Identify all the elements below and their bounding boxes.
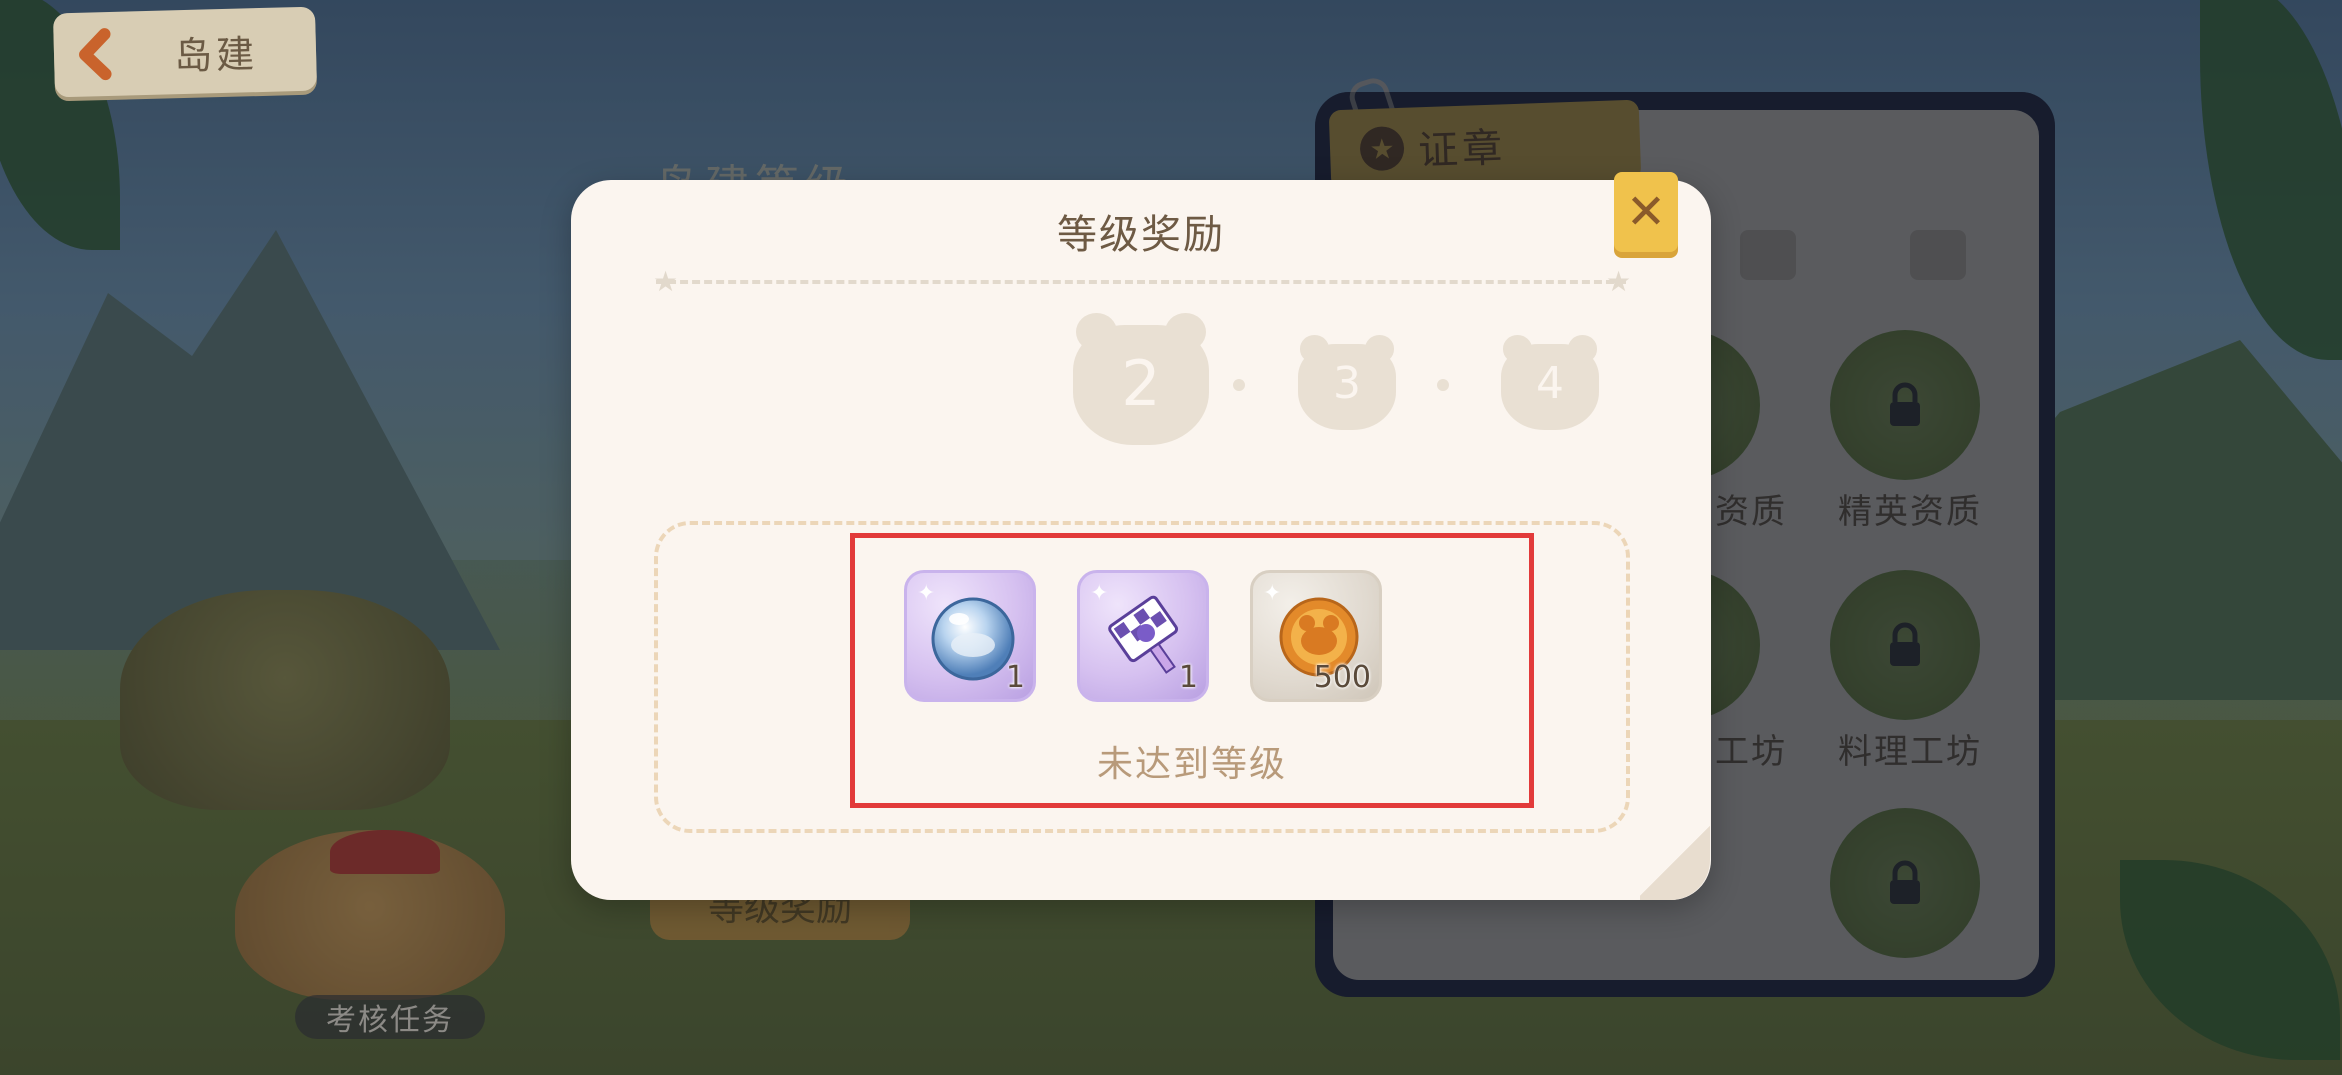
level-number: 4	[1536, 358, 1564, 409]
star-icon: ★	[653, 265, 679, 298]
level-number: 2	[1121, 347, 1161, 420]
level-separator-dot	[1233, 379, 1245, 391]
highlight-box	[850, 533, 1534, 808]
back-arrow-icon	[63, 18, 135, 90]
level-bear-current[interactable]: 2	[1073, 313, 1209, 445]
dialog-title: 等级奖励	[1057, 212, 1225, 258]
level-bear[interactable]: 3	[1298, 335, 1396, 430]
title-divider	[656, 280, 1626, 284]
back-button-label: 岛建	[173, 31, 259, 78]
star-icon: ★	[1606, 265, 1632, 298]
close-button[interactable]: ✕	[1614, 172, 1678, 252]
level-number: 3	[1333, 358, 1361, 409]
level-separator-dot	[1437, 379, 1449, 391]
close-icon: ✕	[1625, 184, 1667, 240]
back-button[interactable]: 岛建	[52, 6, 318, 98]
level-bear[interactable]: 4	[1501, 335, 1599, 430]
